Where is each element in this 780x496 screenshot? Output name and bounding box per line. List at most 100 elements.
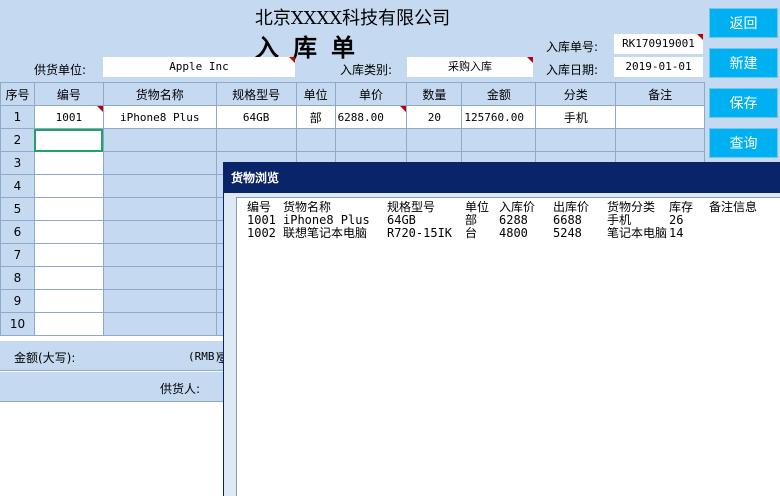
table-cell[interactable] — [102, 197, 217, 221]
table-cell[interactable] — [615, 128, 705, 152]
list-cell: 规格型号 — [387, 201, 436, 214]
col-header: 编号 — [33, 82, 104, 106]
supplier-label: 供货单位: — [34, 63, 87, 77]
row-number: 9 — [0, 289, 35, 313]
cell-code[interactable]: 1001 — [33, 105, 104, 129]
type-label: 入库类别: — [340, 63, 393, 77]
table-cell[interactable] — [33, 266, 104, 290]
table-cell[interactable] — [33, 174, 104, 198]
save-button[interactable]: 保存 — [709, 88, 778, 118]
query-button[interactable]: 查询 — [709, 128, 778, 158]
col-header: 单位 — [295, 82, 336, 106]
table-row: 1 1001 iPhone8 Plus 64GB 部 6288.00 20 12… — [0, 105, 705, 129]
table-cell[interactable] — [535, 128, 617, 152]
list-cell: 部 — [465, 214, 478, 227]
row-number: 4 — [0, 174, 35, 198]
list-item[interactable]: 1002 联想笔记本电脑 R720-15IK 台 4800 5248 笔记本电脑 14 — [237, 227, 780, 240]
table-row: 2 — [0, 128, 705, 152]
col-header: 金额 — [461, 82, 537, 106]
list-item[interactable]: 1001 iPhone8 Plus 64GB 部 6288 6688 手机 26 — [237, 214, 780, 227]
list-cell: 6688 — [553, 214, 582, 227]
row-number: 1 — [0, 105, 35, 129]
table-cell[interactable] — [102, 174, 217, 198]
supplier-person-label: 供货人: — [160, 382, 201, 396]
table-header-row: 序号 编号 货物名称 规格型号 单位 单价 数量 金额 分类 备注 — [0, 82, 705, 106]
dialog-title: 货物浏览 — [224, 163, 780, 193]
table-cell[interactable] — [334, 128, 408, 152]
rmb-prefix: (RMB) — [188, 350, 222, 363]
col-header: 分类 — [535, 82, 617, 106]
table-cell[interactable] — [295, 128, 336, 152]
list-cell: 货物名称 — [283, 201, 332, 214]
cell-note[interactable] — [615, 105, 705, 129]
order-no-field[interactable]: RK170919001 — [614, 34, 703, 54]
cell-name[interactable]: iPhone8 Plus — [102, 105, 217, 129]
list-cell: 备注信息 — [709, 201, 758, 214]
list-cell: 64GB — [387, 214, 416, 227]
list-cell: 4800 — [499, 227, 528, 240]
table-cell[interactable] — [33, 128, 104, 152]
goods-browse-dialog: 货物浏览 编号 货物名称 规格型号 单位 入库价 出库价 货物分类 库存 备注信息 1001 iPh… — [223, 162, 780, 496]
list-cell: 6288 — [499, 214, 528, 227]
row-number: 5 — [0, 197, 35, 221]
cell-price[interactable]: 6288.00 — [334, 105, 408, 129]
back-button[interactable]: 返回 — [709, 8, 778, 38]
company-name: 北京XXXX科技有限公司 — [254, 8, 451, 29]
table-cell[interactable] — [102, 312, 217, 336]
table-cell[interactable] — [102, 220, 217, 244]
list-cell: 出库价 — [553, 201, 590, 214]
col-header: 规格型号 — [215, 82, 297, 106]
row-number: 7 — [0, 243, 35, 267]
table-cell[interactable] — [102, 266, 217, 290]
row-number: 10 — [0, 312, 35, 336]
row-number: 6 — [0, 220, 35, 244]
list-cell: 库存 — [669, 201, 694, 214]
row-number: 3 — [0, 151, 35, 175]
col-header: 货物名称 — [102, 82, 217, 106]
col-header: 序号 — [0, 82, 35, 106]
table-cell[interactable] — [406, 128, 463, 152]
table-cell[interactable] — [102, 128, 217, 152]
list-cell: 1002 — [247, 227, 276, 240]
table-cell[interactable] — [33, 289, 104, 313]
list-cell: 联想笔记本电脑 — [283, 227, 368, 240]
new-button[interactable]: 新建 — [709, 48, 778, 78]
goods-listbox[interactable]: 编号 货物名称 规格型号 单位 入库价 出库价 货物分类 库存 备注信息 1001 iPhone8 … — [236, 197, 780, 496]
list-header[interactable]: 编号 货物名称 规格型号 单位 入库价 出库价 货物分类 库存 备注信息 — [237, 201, 780, 214]
table-cell[interactable] — [33, 151, 104, 175]
row-number: 2 — [0, 128, 35, 152]
supplier-field[interactable]: Apple Inc — [103, 57, 295, 77]
table-cell[interactable] — [102, 289, 217, 313]
cell-unit[interactable]: 部 — [295, 105, 336, 129]
table-cell[interactable] — [102, 151, 217, 175]
table-cell[interactable] — [215, 128, 297, 152]
cell-amount[interactable]: 125760.00 — [461, 105, 537, 129]
list-cell: 14 — [669, 227, 684, 240]
order-no-label: 入库单号: — [546, 40, 599, 54]
date-label: 入库日期: — [546, 63, 599, 77]
table-cell[interactable] — [33, 243, 104, 267]
list-cell: 笔记本电脑 — [607, 227, 667, 240]
date-field[interactable]: 2019-01-01 — [614, 57, 703, 77]
list-cell: 单位 — [465, 201, 490, 214]
col-header: 数量 — [406, 82, 463, 106]
dialog-body: 编号 货物名称 规格型号 单位 入库价 出库价 货物分类 库存 备注信息 1001 iPhone8 … — [224, 193, 780, 496]
cell-spec[interactable]: 64GB — [215, 105, 297, 129]
table-cell[interactable] — [461, 128, 537, 152]
list-cell: 1001 — [247, 214, 276, 227]
row-number: 8 — [0, 266, 35, 290]
cell-qty[interactable]: 20 — [406, 105, 463, 129]
table-cell[interactable] — [33, 197, 104, 221]
table-cell[interactable] — [102, 243, 217, 267]
table-cell[interactable] — [33, 220, 104, 244]
col-header: 备注 — [615, 82, 705, 106]
type-field[interactable]: 采购入库 — [407, 57, 533, 77]
list-cell: 5248 — [553, 227, 582, 240]
list-cell: R720-15IK — [387, 227, 453, 240]
list-cell: 台 — [465, 227, 478, 240]
list-cell: 编号 — [247, 201, 272, 214]
list-cell: 货物分类 — [607, 201, 656, 214]
cell-category[interactable]: 手机 — [535, 105, 617, 129]
table-cell[interactable] — [33, 312, 104, 336]
list-cell: 入库价 — [499, 201, 536, 214]
